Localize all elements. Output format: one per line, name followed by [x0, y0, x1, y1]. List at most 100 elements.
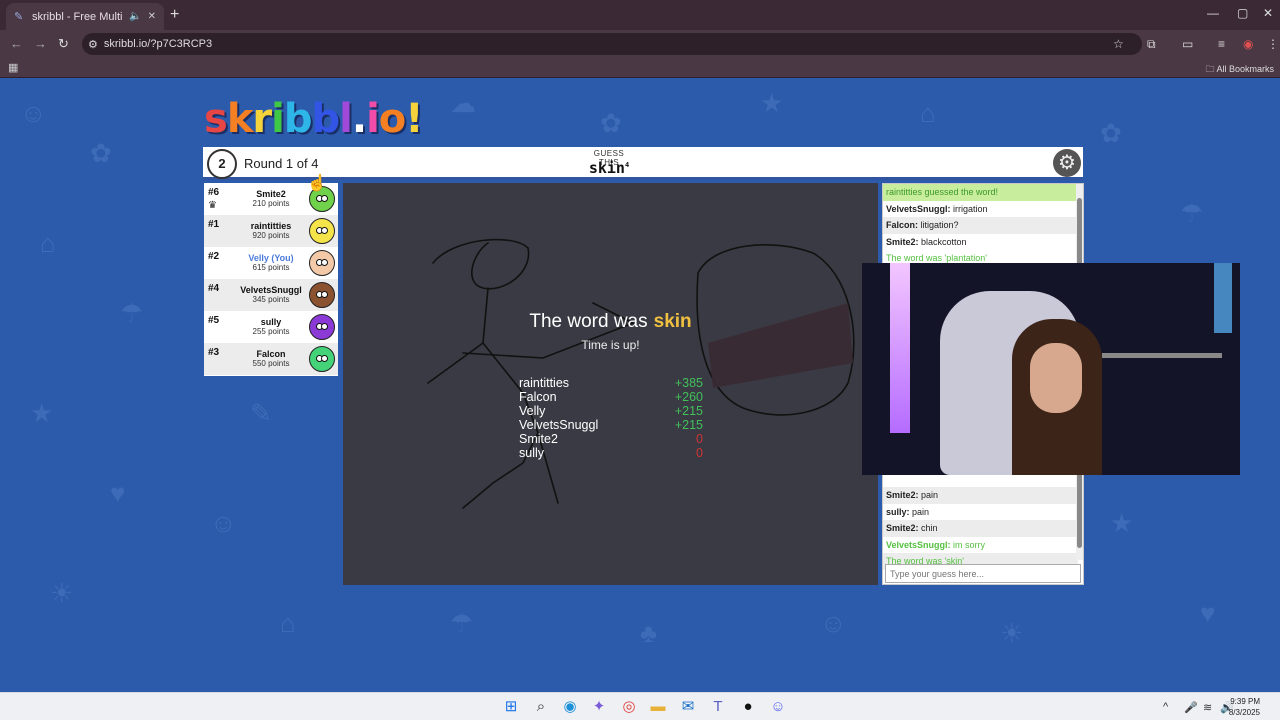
player-avatar [309, 218, 335, 244]
bookmark-star-icon[interactable]: ☆ [1113, 37, 1124, 51]
apps-grid-icon[interactable]: ▦ [8, 61, 18, 74]
outlook-icon[interactable]: ✉ [679, 698, 697, 716]
microphone-icon[interactable]: 🎤 [1184, 701, 1198, 714]
bookmarks-bar: ▦ 🗀 All Bookmarks [0, 58, 1280, 78]
result-row: VelvetsSnuggl +215 [519, 418, 703, 432]
obs-icon[interactable]: ● [739, 698, 757, 716]
profile-icon[interactable]: ◉ [1243, 37, 1253, 51]
maximize-icon[interactable]: ▢ [1237, 6, 1248, 20]
media-icon[interactable]: ≡ [1218, 37, 1225, 51]
forward-icon[interactable]: → [34, 36, 47, 51]
word-length: 4 [624, 161, 630, 169]
discord-icon[interactable]: ☺ [769, 698, 787, 716]
extensions-icon[interactable]: ⧉ [1147, 37, 1156, 52]
time-up-text: Time is up! [581, 338, 640, 352]
minimize-icon[interactable]: — [1207, 6, 1219, 20]
doodle-icon: ♥ [110, 478, 126, 508]
cursor-hand-icon: ☝ [307, 175, 327, 192]
search-icon[interactable]: ⌕ [532, 698, 550, 716]
system-clock[interactable]: 9:39 PM 8/3/2025 [1229, 696, 1260, 718]
cast-icon[interactable]: ▭ [1182, 37, 1193, 51]
chat-username: Smite2: [886, 490, 919, 500]
player-rank: #1 [208, 219, 220, 230]
chrome-icon[interactable]: ◎ [620, 698, 638, 716]
word-text: skin [588, 159, 625, 177]
teams-icon[interactable]: T [709, 698, 727, 716]
result-player-name: Smite2 [519, 432, 558, 446]
browser-tab-bar: ✎ skribbl - Free Multiplayer D 🔈 ✕ + — ▢… [0, 0, 1280, 30]
chat-message: sully: pain [883, 504, 1078, 521]
chat-text: irrigation [950, 203, 988, 214]
chat-text: im sorry [950, 539, 986, 550]
player-row[interactable]: #3 Falcon 550 points [204, 343, 338, 375]
all-bookmarks-link[interactable]: 🗀 All Bookmarks [1205, 62, 1274, 78]
player-rank: #6 [208, 187, 220, 198]
doodle-icon: ☂ [1180, 198, 1204, 228]
menu-icon[interactable]: ⋮ [1267, 37, 1279, 51]
start-icon[interactable]: ⊞ [502, 698, 520, 716]
chat-text: blackcotton [918, 236, 967, 247]
player-row[interactable]: #4 VelvetsSnuggl 345 points [204, 279, 338, 311]
player-row[interactable]: #5 sully 255 points [204, 311, 338, 343]
address-bar[interactable]: ⚙ skribbl.io/?p7C3RCP3 [82, 33, 1142, 55]
player-points: 345 points [252, 295, 290, 304]
player-name: VelvetsSnuggl [240, 285, 302, 295]
edge-icon[interactable]: ◉ [561, 698, 579, 716]
doodle-icon: ★ [30, 398, 54, 428]
player-list: #6 ♛ Smite2 210 points #1 raintitties 920 poin… [204, 183, 338, 376]
chat-message: Falcon: litigation? [883, 217, 1083, 234]
wifi-icon[interactable]: ≋ [1203, 701, 1212, 714]
result-score: 0 [696, 446, 703, 460]
reload-icon[interactable]: ↻ [58, 36, 69, 52]
clock-time: 9:39 PM [1230, 697, 1260, 706]
chat-text: The word was 'plantation' [886, 253, 987, 263]
logo-letter: l [339, 96, 353, 142]
chat-text: pain [918, 490, 939, 500]
player-row[interactable]: #1 raintitties 920 points [204, 215, 338, 247]
player-rank: #2 [208, 251, 220, 262]
timer-value: 2 [218, 156, 226, 171]
chat-message: VelvetsSnuggl: im sorry [883, 537, 1078, 554]
chat-messages-bottom: Smite2: pain sully: pain Smite2: chin Velve… [883, 487, 1078, 570]
logo-letter: . [351, 96, 367, 142]
skribbl-logo: skribbl.io! [204, 96, 424, 142]
result-player-name: VelvetsSnuggl [519, 418, 599, 432]
url-text: skribbl.io/?p7C3RCP3 [103, 38, 213, 50]
logo-letter: o [378, 96, 407, 142]
doodle-icon: ♥ [1200, 598, 1216, 628]
player-points: 210 points [252, 199, 290, 208]
browser-tab[interactable]: ✎ skribbl - Free Multiplayer D 🔈 ✕ [6, 3, 164, 30]
audio-icon[interactable]: 🔈 [129, 11, 141, 22]
logo-letter: s [204, 96, 228, 142]
player-row[interactable]: #2 Velly (You) 615 points [204, 247, 338, 279]
shelf [1102, 353, 1222, 358]
close-window-icon[interactable]: ✕ [1263, 6, 1273, 20]
word-display: skin4 [583, 159, 635, 177]
player-points: 550 points [252, 359, 290, 368]
chat-message: Smite2: blackcotton [883, 234, 1083, 251]
guess-input[interactable] [885, 564, 1081, 583]
tray-chevron-icon[interactable]: ^ [1163, 701, 1168, 713]
clock-date: 8/3/2025 [1228, 708, 1260, 717]
drawing-canvas[interactable]: The word was skin Time is up! raintitties… [343, 183, 878, 585]
game-header: 2 Round 1 of 4 GUESS THIS skin4 ⚙ [203, 147, 1083, 180]
doodle-icon: ☂ [450, 608, 474, 638]
chat-text: raintitties guessed the word! [886, 187, 999, 197]
all-bookmarks-label: All Bookmarks [1216, 64, 1274, 74]
close-tab-icon[interactable]: ✕ [148, 11, 156, 22]
settings-gear-icon[interactable]: ⚙ [1053, 149, 1081, 177]
copilot-icon[interactable]: ✦ [590, 698, 608, 716]
result-row: Smite2 0 [519, 432, 703, 446]
file-explorer-icon[interactable]: ▬ [649, 698, 667, 716]
chat-username: Falcon: [886, 220, 919, 230]
result-score: 0 [696, 432, 703, 446]
doodle-icon: ✿ [90, 138, 112, 168]
doodle-icon: ✿ [1100, 118, 1122, 148]
chat-text: litigation? [918, 220, 959, 230]
doodle-icon: ★ [760, 88, 784, 118]
site-info-icon[interactable]: ⚙ [88, 38, 98, 51]
logo-letter: k [226, 96, 254, 142]
back-icon[interactable]: ← [10, 36, 23, 51]
new-tab-icon[interactable]: + [170, 6, 179, 24]
webcam-overlay [862, 263, 1240, 475]
